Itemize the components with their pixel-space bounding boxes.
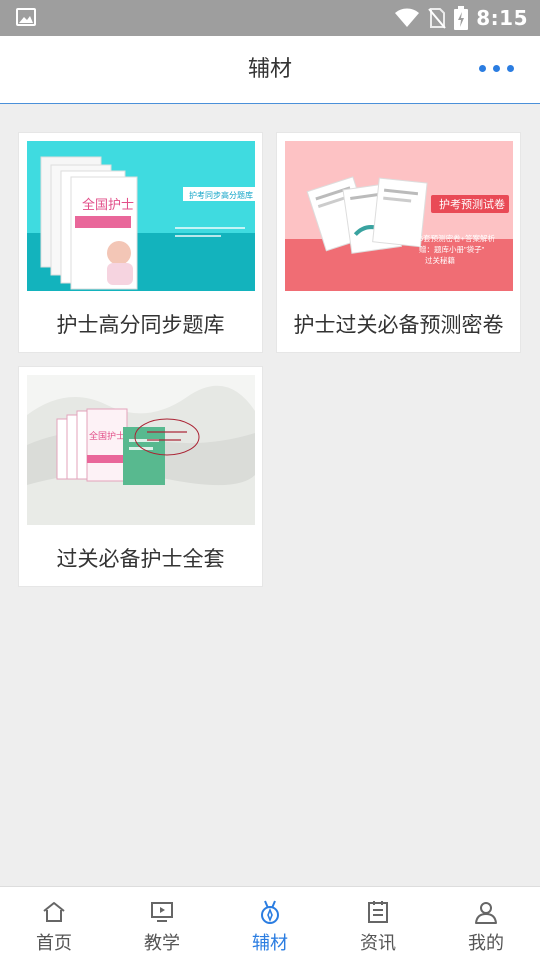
- thumb-book-title: 全国护士: [82, 197, 134, 212]
- tab-profile[interactable]: 我的: [432, 887, 540, 960]
- home-icon: [43, 902, 65, 922]
- no-sim-icon: [428, 8, 447, 29]
- more-menu-button[interactable]: [479, 65, 514, 72]
- wifi-icon: [395, 8, 420, 27]
- card-title: 护士过关必备预测密卷: [293, 313, 504, 337]
- medal-icon: [261, 900, 279, 924]
- material-card[interactable]: 护考预测试卷 5套预测密卷+答案解析 赠：题库小册"袋子" 过关秘籍 护士过关必…: [276, 132, 521, 353]
- more-dot-icon: [507, 65, 514, 72]
- tab-label: 教学: [144, 933, 180, 954]
- thumb-badge: 护考预测试卷: [439, 197, 505, 211]
- header: 辅材: [0, 36, 540, 104]
- material-card[interactable]: 全国护士 过关必备护士全套: [18, 366, 263, 587]
- battery-icon: [454, 6, 469, 30]
- bottom-navigation: 首页 教学 辅材 资讯 我的: [0, 886, 540, 960]
- tab-label: 首页: [36, 933, 72, 954]
- clock: 8:15: [476, 6, 528, 30]
- user-icon: [475, 902, 497, 924]
- news-icon: [368, 901, 388, 923]
- tab-news[interactable]: 资讯: [324, 887, 432, 960]
- card-thumbnail: 全国护士: [27, 375, 255, 525]
- more-dot-icon: [493, 65, 500, 72]
- card-thumbnail: 护考预测试卷 5套预测密卷+答案解析 赠：题库小册"袋子" 过关秘籍: [285, 141, 513, 291]
- thumb-line-2: 赠：题库小册"袋子": [419, 244, 485, 254]
- card-title: 过关必备护士全套: [56, 547, 225, 571]
- tab-home[interactable]: 首页: [0, 887, 108, 960]
- page-title: 辅材: [247, 57, 292, 82]
- tab-label: 资讯: [360, 933, 396, 954]
- card-thumbnail: 全国护士 护考同步高分题库: [27, 141, 255, 291]
- thumb-line-3: 过关秘籍: [425, 255, 455, 265]
- tab-teaching[interactable]: 教学: [108, 887, 216, 960]
- exam-papers-image: 护考预测试卷 5套预测密卷+答案解析 赠：题库小册"袋子" 过关秘籍: [285, 141, 513, 291]
- book-set-image: 全国护士: [27, 375, 255, 525]
- card-title: 护士高分同步题库: [56, 313, 225, 337]
- material-card[interactable]: 全国护士 护考同步高分题库 护士高分同步题库: [18, 132, 263, 353]
- thumb-badge: 护考同步高分题库: [189, 190, 253, 200]
- tab-label: 辅材: [252, 933, 288, 954]
- more-dot-icon: [479, 65, 486, 72]
- thumb-book-title: 全国护士: [89, 430, 125, 441]
- tab-label: 我的: [468, 933, 504, 954]
- status-bar: 8:15: [0, 0, 540, 36]
- image-icon: [16, 8, 36, 26]
- book-cover-image: 全国护士 护考同步高分题库: [27, 141, 255, 291]
- thumb-line-1: 5套预测密卷+答案解析: [419, 233, 496, 243]
- tab-materials[interactable]: 辅材: [216, 887, 324, 960]
- video-icon: [151, 902, 173, 922]
